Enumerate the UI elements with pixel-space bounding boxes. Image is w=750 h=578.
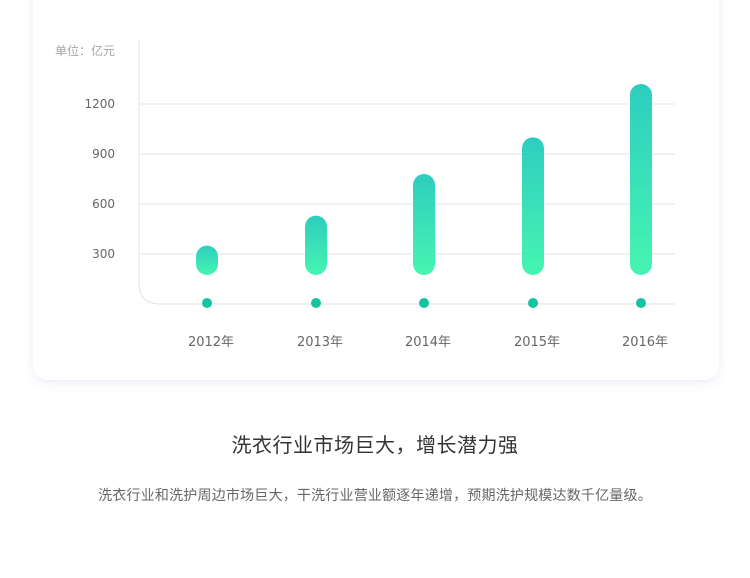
chart-axis — [138, 40, 675, 305]
bar-2013年 — [305, 215, 327, 275]
y-tick-label: 900 — [92, 147, 115, 161]
unit-label: 单位：亿元 — [55, 44, 116, 58]
x-tick-label: 2014年 — [405, 335, 451, 350]
y-tick-label: 1200 — [84, 97, 115, 111]
bar-2014年 — [413, 174, 435, 275]
bar-2012年 — [196, 245, 218, 275]
description: 洗衣行业和洗护周边市场巨大，干洗行业营业额逐年递增，预期洗护规模达数千亿量级。 — [98, 488, 652, 504]
headline: 洗衣行业市场巨大，增长潜力强 — [231, 433, 519, 457]
axis-dot — [636, 298, 646, 308]
bar-2015年 — [522, 137, 544, 275]
axis-dot — [202, 298, 212, 308]
bar-2016年 — [630, 84, 652, 275]
axis-dot — [419, 298, 429, 308]
x-tick-label: 2013年 — [297, 335, 343, 350]
x-tick-label: 2016年 — [622, 335, 668, 350]
x-tick-label: 2012年 — [188, 335, 234, 350]
axis-dot — [528, 298, 538, 308]
y-tick-label: 300 — [92, 247, 115, 261]
axis-dot — [311, 298, 321, 308]
x-tick-label: 2015年 — [514, 335, 560, 350]
y-tick-label: 600 — [92, 197, 115, 211]
